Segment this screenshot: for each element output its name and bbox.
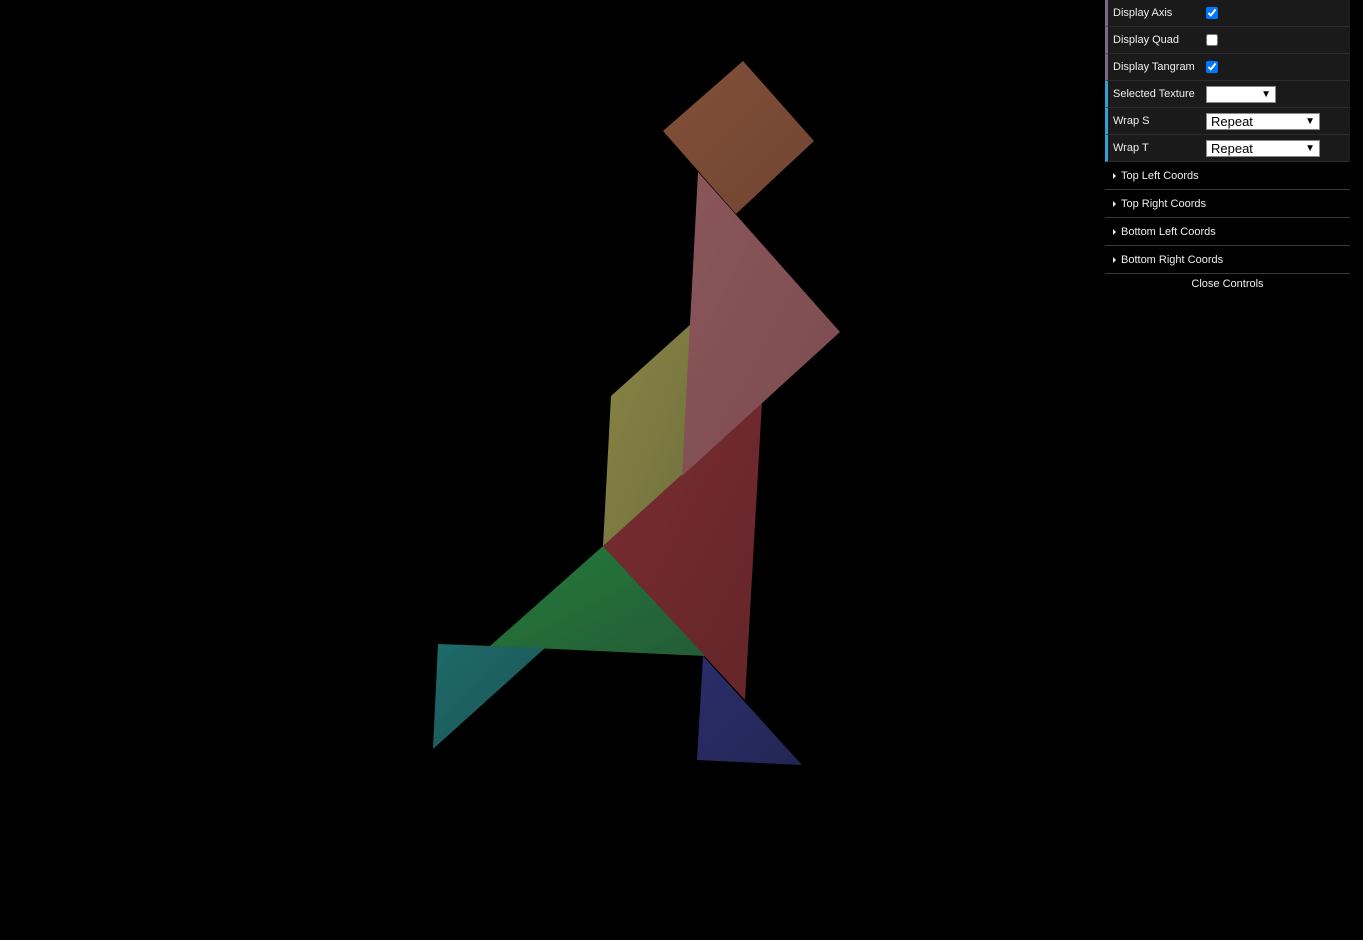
folder-label: Top Right Coords <box>1121 197 1206 210</box>
expand-triangle-icon <box>1113 200 1116 207</box>
dropdown-arrow-icon: ▼ <box>1305 115 1315 127</box>
expand-triangle-icon <box>1113 228 1116 235</box>
folder-label: Bottom Right Coords <box>1121 253 1224 266</box>
expand-triangle-icon <box>1113 172 1116 179</box>
controls-panel: Display Axis Display Quad Display Tangra… <box>1105 0 1350 294</box>
small-triangle-teal-piece <box>433 644 545 749</box>
display-axis-row: Display Axis <box>1105 0 1350 27</box>
selected-texture-select[interactable]: ▼ <box>1206 85 1276 103</box>
close-controls-button[interactable]: Close Controls <box>1105 274 1350 294</box>
folder-top-left-coords[interactable]: Top Left Coords <box>1105 162 1350 190</box>
dropdown-arrow-icon: ▼ <box>1305 142 1315 154</box>
wrap-t-label: Wrap T <box>1113 142 1149 154</box>
display-axis-checkbox[interactable] <box>1206 7 1218 19</box>
display-quad-row: Display Quad <box>1105 27 1350 54</box>
wrap-t-row: Wrap T Repeat ▼ <box>1105 135 1350 162</box>
display-tangram-row: Display Tangram <box>1105 54 1350 81</box>
wrap-s-select[interactable]: Repeat ▼ <box>1206 112 1320 130</box>
wrap-s-row: Wrap S Repeat ▼ <box>1105 108 1350 135</box>
expand-triangle-icon <box>1113 256 1116 263</box>
display-axis-label: Display Axis <box>1113 7 1173 19</box>
selected-texture-label: Selected Texture <box>1113 88 1195 100</box>
wrap-t-value: Repeat <box>1211 140 1253 156</box>
square-piece <box>663 61 814 214</box>
wrap-t-select[interactable]: Repeat ▼ <box>1206 139 1320 157</box>
dropdown-arrow-icon: ▼ <box>1261 88 1271 100</box>
folder-label: Bottom Left Coords <box>1121 225 1216 238</box>
folder-top-right-coords[interactable]: Top Right Coords <box>1105 190 1350 218</box>
display-quad-label: Display Quad <box>1113 34 1180 46</box>
small-triangle-blue-piece <box>697 656 802 765</box>
large-triangle-pink-piece <box>682 172 840 476</box>
display-quad-checkbox[interactable] <box>1206 34 1218 46</box>
folder-bottom-left-coords[interactable]: Bottom Left Coords <box>1105 218 1350 246</box>
folder-label: Top Left Coords <box>1121 169 1199 182</box>
folder-bottom-right-coords[interactable]: Bottom Right Coords <box>1105 246 1350 274</box>
wrap-s-value: Repeat <box>1211 113 1253 129</box>
selected-texture-row: Selected Texture ▼ <box>1105 81 1350 108</box>
display-tangram-label: Display Tangram <box>1113 61 1195 73</box>
wrap-s-label: Wrap S <box>1113 115 1150 127</box>
display-tangram-checkbox[interactable] <box>1206 61 1218 73</box>
